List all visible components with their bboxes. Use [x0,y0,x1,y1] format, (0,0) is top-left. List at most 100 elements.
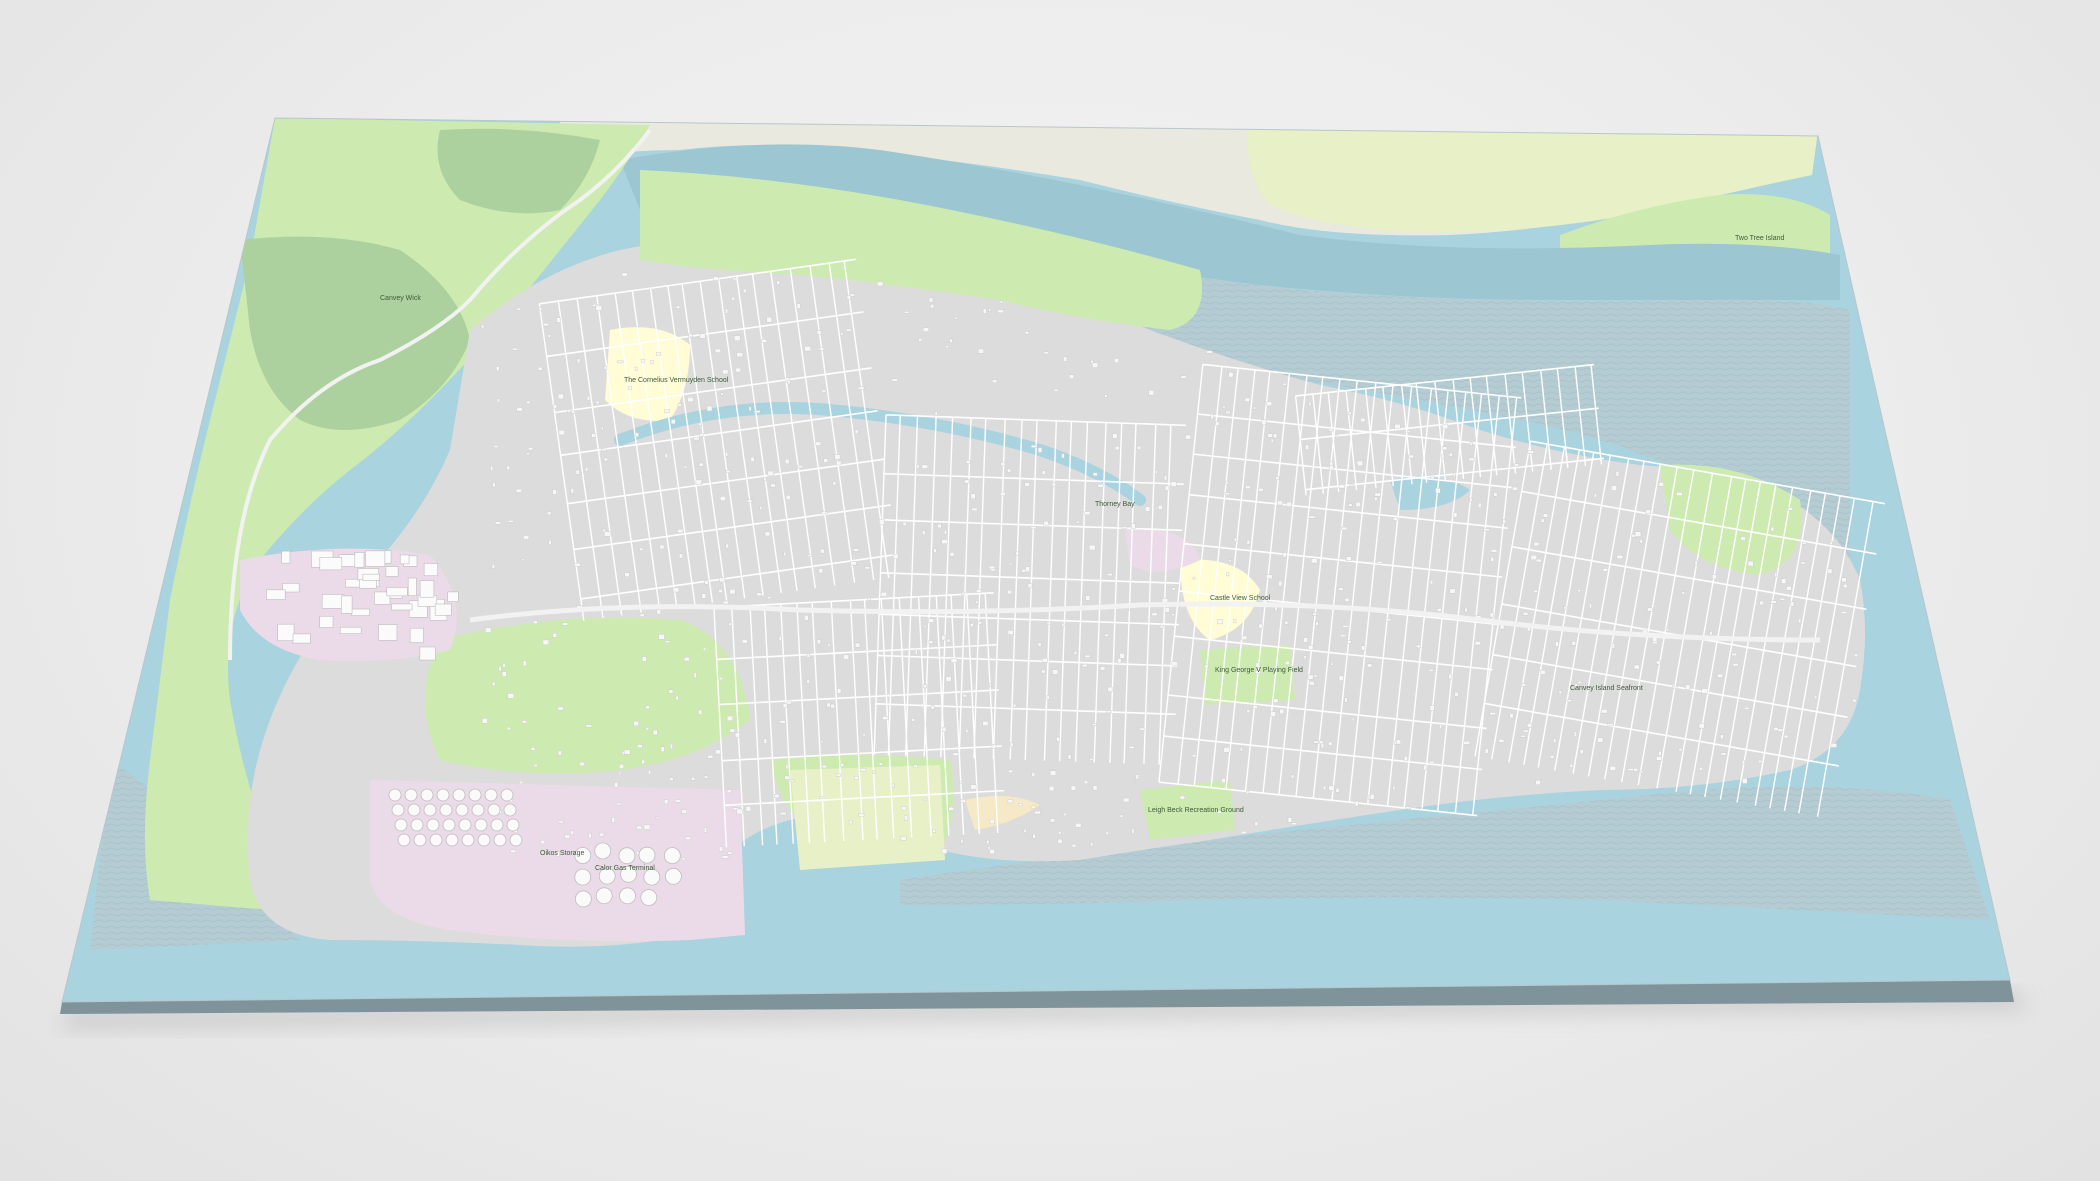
building [1712,574,1717,580]
building [1448,674,1452,680]
building [918,337,923,342]
building [722,369,729,375]
building [1759,600,1764,606]
storage-tank [618,847,636,865]
building [604,457,609,462]
building [1527,723,1533,728]
building [1742,778,1748,784]
building [1513,463,1519,467]
storage-tank [436,788,450,802]
storage-tank [391,803,405,817]
building [537,366,543,371]
building [990,568,996,572]
building [1639,539,1643,544]
building [1535,780,1541,785]
building [989,683,992,688]
building [1050,770,1057,776]
building [836,460,842,466]
building [1075,823,1082,828]
building [698,462,704,467]
building [1802,541,1807,545]
building [538,307,543,311]
building [1658,751,1662,756]
building [815,441,822,446]
industrial-building [378,624,398,641]
building [691,777,696,781]
building [1352,718,1355,721]
building [1328,741,1333,746]
building [585,724,593,728]
building [969,622,974,627]
building [1699,767,1703,771]
building [1105,710,1112,714]
building [992,379,998,383]
building [490,465,493,472]
building [1285,660,1290,665]
building [1342,625,1349,628]
building [1105,831,1109,835]
building [547,334,551,338]
building [618,771,622,775]
building [804,346,811,352]
building [964,479,970,484]
building [1672,686,1678,689]
building [832,481,836,486]
building [1246,709,1250,713]
building [821,511,828,515]
building [1841,577,1847,583]
building [1275,476,1280,480]
building [862,733,866,737]
building [699,333,706,339]
building [698,422,702,426]
building [1329,465,1334,471]
building [677,403,682,407]
building [877,281,884,287]
building [1346,556,1352,561]
building [1423,764,1427,771]
building [603,365,608,370]
map-scene: The Cornelius Vermuyden School Castle Vi… [60,117,2030,1030]
building [623,749,631,755]
storage-tank [439,803,453,817]
building [704,775,708,779]
building [1287,817,1292,823]
building [1474,641,1481,646]
building [1392,786,1396,790]
industrial-building [385,566,399,577]
building [1092,785,1098,791]
building [1165,485,1169,491]
storage-tank [394,818,408,832]
building [1335,435,1338,438]
building [1355,502,1361,507]
building [1701,688,1708,694]
building [978,348,984,354]
building [745,806,752,812]
building [576,358,581,364]
building [1224,492,1230,496]
building [902,521,907,526]
building [867,597,871,601]
storage-tank [455,803,469,817]
refinery-south [370,780,745,942]
building [728,622,733,626]
building [1261,419,1267,425]
building [681,809,687,814]
building [656,352,662,356]
building [1346,640,1352,644]
building [658,634,665,640]
building [1030,805,1036,809]
building [1602,568,1608,572]
building [704,580,709,585]
building [858,386,865,390]
building [1221,778,1226,783]
building [820,548,825,554]
building [675,799,681,803]
building [949,338,953,343]
building [558,750,562,756]
building [521,558,525,562]
building [930,304,935,309]
building [1533,542,1540,547]
building [892,554,899,559]
building [1335,788,1340,793]
building [1783,734,1789,739]
